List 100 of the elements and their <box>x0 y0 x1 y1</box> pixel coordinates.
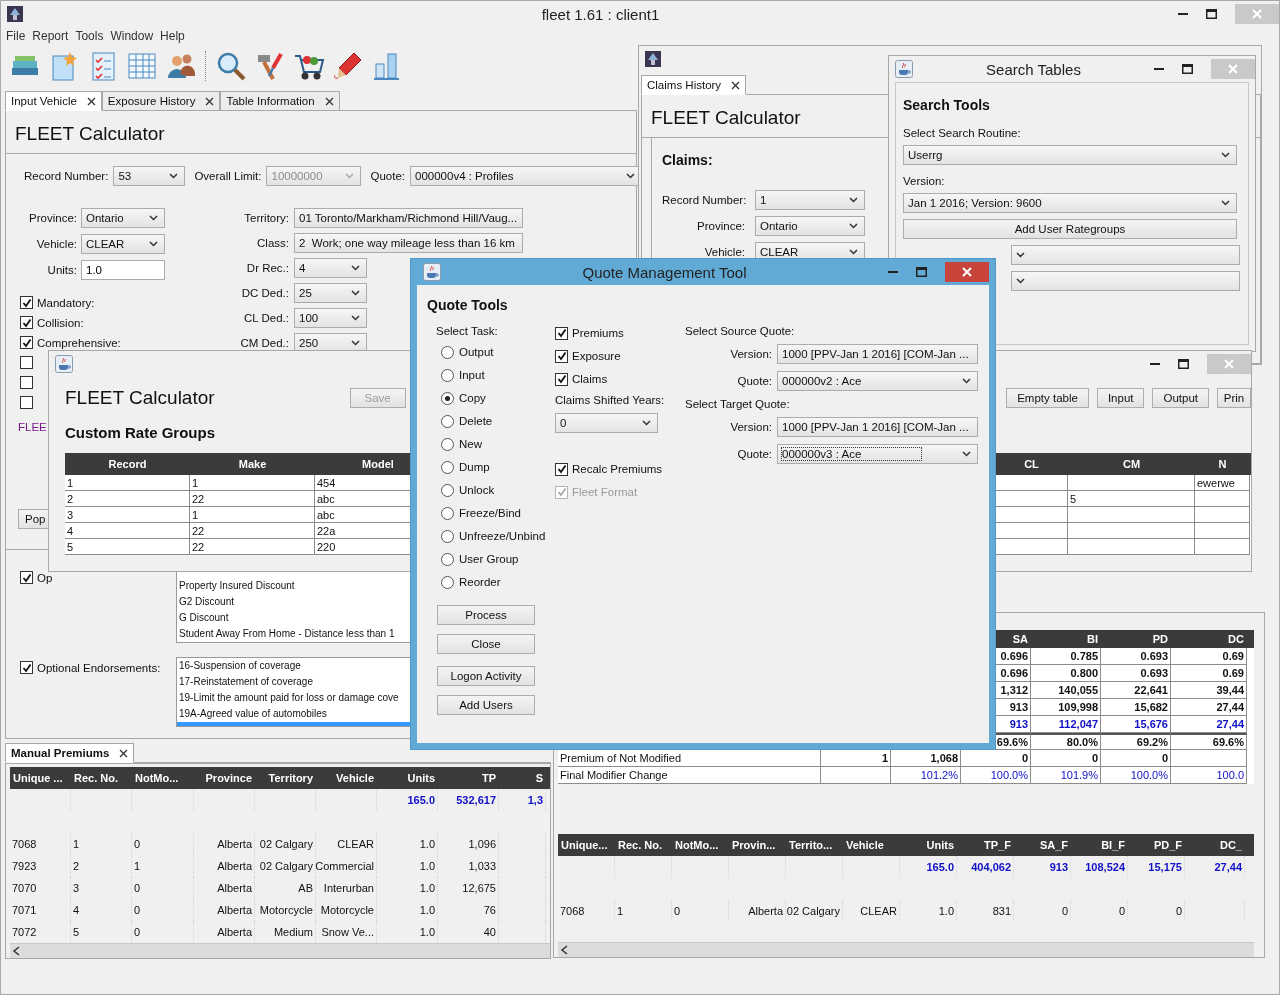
minimize-icon[interactable] <box>1178 12 1188 16</box>
dropdown[interactable]: Ontario <box>755 216 865 236</box>
radio-button[interactable] <box>441 483 454 497</box>
radio-button[interactable] <box>441 552 454 566</box>
checkbox[interactable] <box>555 462 568 476</box>
radio-button[interactable] <box>441 437 454 451</box>
tab[interactable]: Input Vehicle <box>5 91 102 111</box>
close-icon[interactable] <box>731 80 741 90</box>
list-item[interactable]: G Discount <box>177 610 411 626</box>
tab[interactable]: Table Information <box>220 91 340 111</box>
list-item[interactable]: 19-Limit the amount paid for loss or damage cove <box>177 690 411 706</box>
tab[interactable]: Manual Premiums <box>5 743 135 763</box>
dropdown[interactable]: 25 <box>294 283 367 303</box>
dropdown[interactable]: 1000 [PPV-Jan 1 2016] [COM-Jan ... <box>777 417 978 437</box>
dropdown[interactable]: 000000v3 : Ace <box>777 444 978 464</box>
tab[interactable]: Exposure History <box>101 91 221 111</box>
dropdown[interactable]: 100 <box>294 308 367 328</box>
close-icon[interactable] <box>119 748 129 758</box>
table-cell: 1 <box>71 833 132 855</box>
minimize-icon[interactable] <box>1154 67 1164 71</box>
list-item[interactable]: 16-Suspension of coverage <box>177 658 411 674</box>
checkbox[interactable] <box>20 356 33 369</box>
list-item[interactable]: 17-Reinstatement of coverage <box>177 674 411 690</box>
checkbox[interactable] <box>555 326 568 340</box>
tab[interactable]: Claims History <box>641 75 747 95</box>
checkbox[interactable] <box>20 376 33 389</box>
checkbox[interactable] <box>20 396 33 409</box>
dropdown[interactable]: 0 <box>555 413 658 433</box>
checkbox[interactable] <box>20 661 33 674</box>
dropdown[interactable]: 1000 [PPV-Jan 1 2016] [COM-Jan ... <box>777 344 978 364</box>
list-item[interactable]: Property Insured Discount <box>177 578 411 594</box>
maximize-icon[interactable] <box>1178 359 1189 369</box>
list-item[interactable]: Student Away From Home - Distance less than 1 <box>177 626 411 642</box>
maximize-icon[interactable] <box>916 267 927 277</box>
field-label: Version: <box>730 421 772 433</box>
checkbox[interactable] <box>555 349 568 363</box>
maximize-icon[interactable] <box>1182 64 1193 74</box>
dropdown[interactable]: Userrg <box>903 145 1237 165</box>
close-icon[interactable] <box>324 96 334 106</box>
toolbar-button[interactable]: Prin <box>1217 388 1251 408</box>
dropdown[interactable]: Ontario <box>81 208 165 228</box>
checkbox[interactable] <box>20 336 33 349</box>
list-item[interactable]: G2 Discount <box>177 594 411 610</box>
radio-button[interactable] <box>441 414 454 428</box>
dropdown[interactable]: 53 <box>113 166 186 186</box>
action-button[interactable]: Logon Activity <box>437 666 535 686</box>
table-cell: 100.0 <box>1171 767 1247 784</box>
menu-item[interactable]: Help <box>160 29 185 45</box>
dropdown[interactable]: 2 Work; one way mileage less than 16 km <box>294 233 523 253</box>
action-button[interactable]: Close <box>437 634 535 654</box>
menu-item[interactable]: Window <box>110 29 154 45</box>
endorsement-list[interactable]: 16-Suspension of coverage 17-Reinstatement of coverage 19-Limit the amount paid for loss or damage cove 19A-Agreed value of automobiles <box>176 657 412 727</box>
close-button[interactable] <box>945 262 989 282</box>
table-cell: 112,047 <box>1031 716 1101 733</box>
checkbox[interactable] <box>555 372 568 386</box>
radio-button[interactable] <box>441 529 454 543</box>
page-heading: FLEET Calculator <box>651 107 802 129</box>
chevron-icon <box>962 451 971 457</box>
checkbox[interactable] <box>20 296 33 309</box>
input-field[interactable]: 1.0 <box>81 260 165 280</box>
minimize-icon[interactable] <box>888 270 898 274</box>
dropdown[interactable]: 000000v2 : Ace <box>777 371 978 391</box>
toolbar-button[interactable]: Output <box>1152 388 1209 408</box>
menu-item[interactable]: Report <box>32 29 69 45</box>
radio-button[interactable] <box>441 506 454 520</box>
search-icon[interactable] <box>215 50 247 82</box>
close-icon[interactable] <box>205 96 215 106</box>
scrollbar[interactable] <box>558 942 1254 957</box>
column-header: DC <box>1227 633 1245 645</box>
dropdown[interactable]: 250 <box>294 333 367 353</box>
radio-button[interactable] <box>441 391 454 405</box>
dropdown[interactable]: 1 <box>755 190 865 210</box>
marker-icon[interactable] <box>332 50 364 82</box>
checkbox[interactable] <box>20 571 33 584</box>
dropdown[interactable]: CLEAR <box>81 234 165 254</box>
maximize-icon[interactable] <box>1206 9 1217 19</box>
radio-button[interactable] <box>441 460 454 474</box>
minimize-icon[interactable] <box>1150 362 1160 366</box>
dropdown[interactable]: 4 <box>294 258 367 278</box>
table-cell: 0 <box>132 899 194 921</box>
radio-button[interactable] <box>441 345 454 359</box>
field-label: CM Ded.: <box>239 337 289 349</box>
scrollbar[interactable] <box>10 943 550 958</box>
radio-button[interactable] <box>441 575 454 589</box>
field-label: Units: <box>46 264 77 276</box>
toolbar-button[interactable]: Empty table <box>1006 388 1089 408</box>
toolbar-button[interactable]: Input <box>1096 388 1145 408</box>
menu-item[interactable]: File <box>6 29 26 45</box>
dropdown[interactable]: 01 Toronto/Markham/Richmond Hill/Vaug... <box>294 208 523 228</box>
add-rategroups-button[interactable]: Add User Rategroups <box>903 219 1237 239</box>
radio-button[interactable] <box>441 368 454 382</box>
checkbox[interactable] <box>20 316 33 329</box>
menu-item[interactable]: Tools <box>75 29 104 45</box>
action-button[interactable]: Process <box>437 605 535 625</box>
table-cell: 02 Calgary <box>255 833 316 855</box>
list-item[interactable]: 19A-Agreed value of automobiles <box>177 706 411 722</box>
action-button[interactable]: Add Users <box>437 695 535 715</box>
radio-label: Output <box>459 346 494 358</box>
close-icon[interactable] <box>86 96 96 106</box>
dropdown[interactable]: Jan 1 2016; Version: 9600 <box>903 193 1237 213</box>
